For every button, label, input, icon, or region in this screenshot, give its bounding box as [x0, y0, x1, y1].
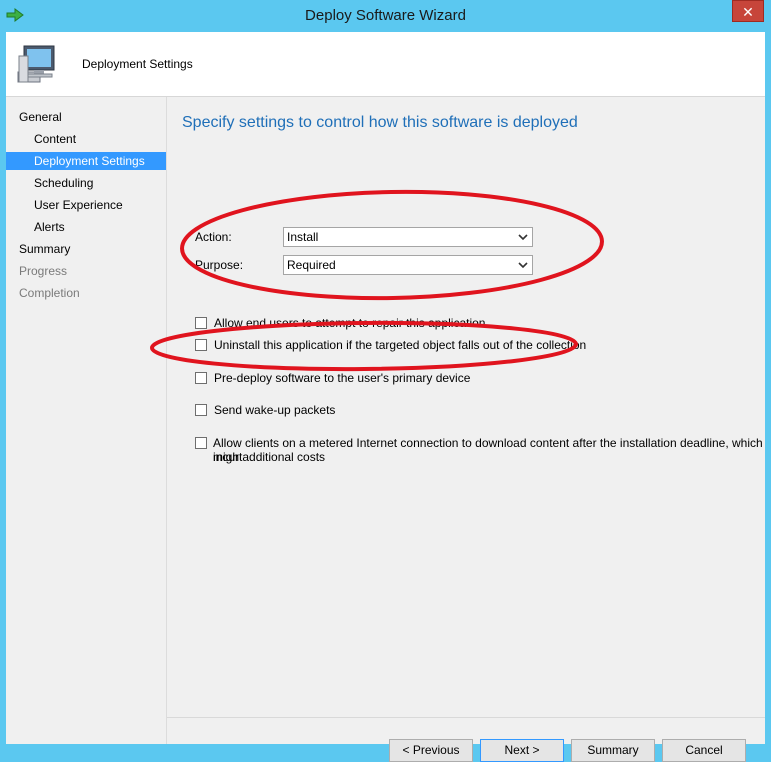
- sidebar-item-user-experience[interactable]: User Experience: [6, 196, 166, 214]
- computer-icon: [17, 45, 55, 83]
- header-title: Deployment Settings: [82, 57, 193, 71]
- repair-checkbox[interactable]: [195, 317, 207, 329]
- repair-checkbox-label: Allow end users to attempt to repair thi…: [214, 316, 486, 330]
- chevron-down-icon: [518, 256, 528, 281]
- sidebar-item-general[interactable]: General: [6, 108, 166, 126]
- action-select[interactable]: Install: [283, 227, 533, 247]
- footer-separator: [167, 717, 765, 718]
- wizard-client: Deployment Settings General Content Depl…: [6, 32, 765, 762]
- sidebar-item-completion: Completion: [19, 286, 80, 300]
- uninstall-checkbox[interactable]: [195, 339, 207, 351]
- sidebar-item-deployment-settings[interactable]: Deployment Settings: [6, 152, 166, 170]
- sidebar-item-summary[interactable]: Summary: [6, 240, 166, 258]
- action-value: Install: [287, 230, 319, 244]
- wizard-main: Specify settings to control how this sof…: [167, 97, 765, 762]
- metered-checkbox-label-line2: incur additional costs: [213, 450, 326, 464]
- wizard-sidebar: General Content Deployment Settings Sche…: [6, 97, 167, 744]
- action-label: Action:: [195, 230, 232, 244]
- sidebar-item-content[interactable]: Content: [6, 130, 166, 148]
- wizard-header: Deployment Settings: [6, 32, 765, 97]
- predeploy-checkbox[interactable]: [195, 372, 207, 384]
- window-title: Deploy Software Wizard: [305, 7, 466, 24]
- title-bar: Deploy Software Wizard ✕: [0, 0, 771, 32]
- window-frame: Deploy Software Wizard ✕ Deployment Sett…: [0, 0, 771, 762]
- wakeup-checkbox[interactable]: [195, 404, 207, 416]
- predeploy-checkbox-label: Pre-deploy software to the user's primar…: [214, 371, 471, 385]
- close-button[interactable]: ✕: [732, 0, 764, 22]
- uninstall-checkbox-label: Uninstall this application if the target…: [214, 338, 587, 352]
- purpose-label: Purpose:: [195, 258, 244, 272]
- metered-checkbox[interactable]: [195, 437, 207, 449]
- page-heading: Specify settings to control how this sof…: [182, 114, 578, 131]
- sidebar-item-alerts[interactable]: Alerts: [6, 218, 166, 236]
- sidebar-item-progress: Progress: [19, 264, 68, 278]
- sidebar-item-scheduling[interactable]: Scheduling: [6, 174, 166, 192]
- chevron-down-icon: [518, 228, 528, 253]
- wakeup-checkbox-label: Send wake-up packets: [214, 403, 336, 417]
- purpose-select[interactable]: Required: [283, 255, 533, 275]
- purpose-value: Required: [287, 258, 336, 272]
